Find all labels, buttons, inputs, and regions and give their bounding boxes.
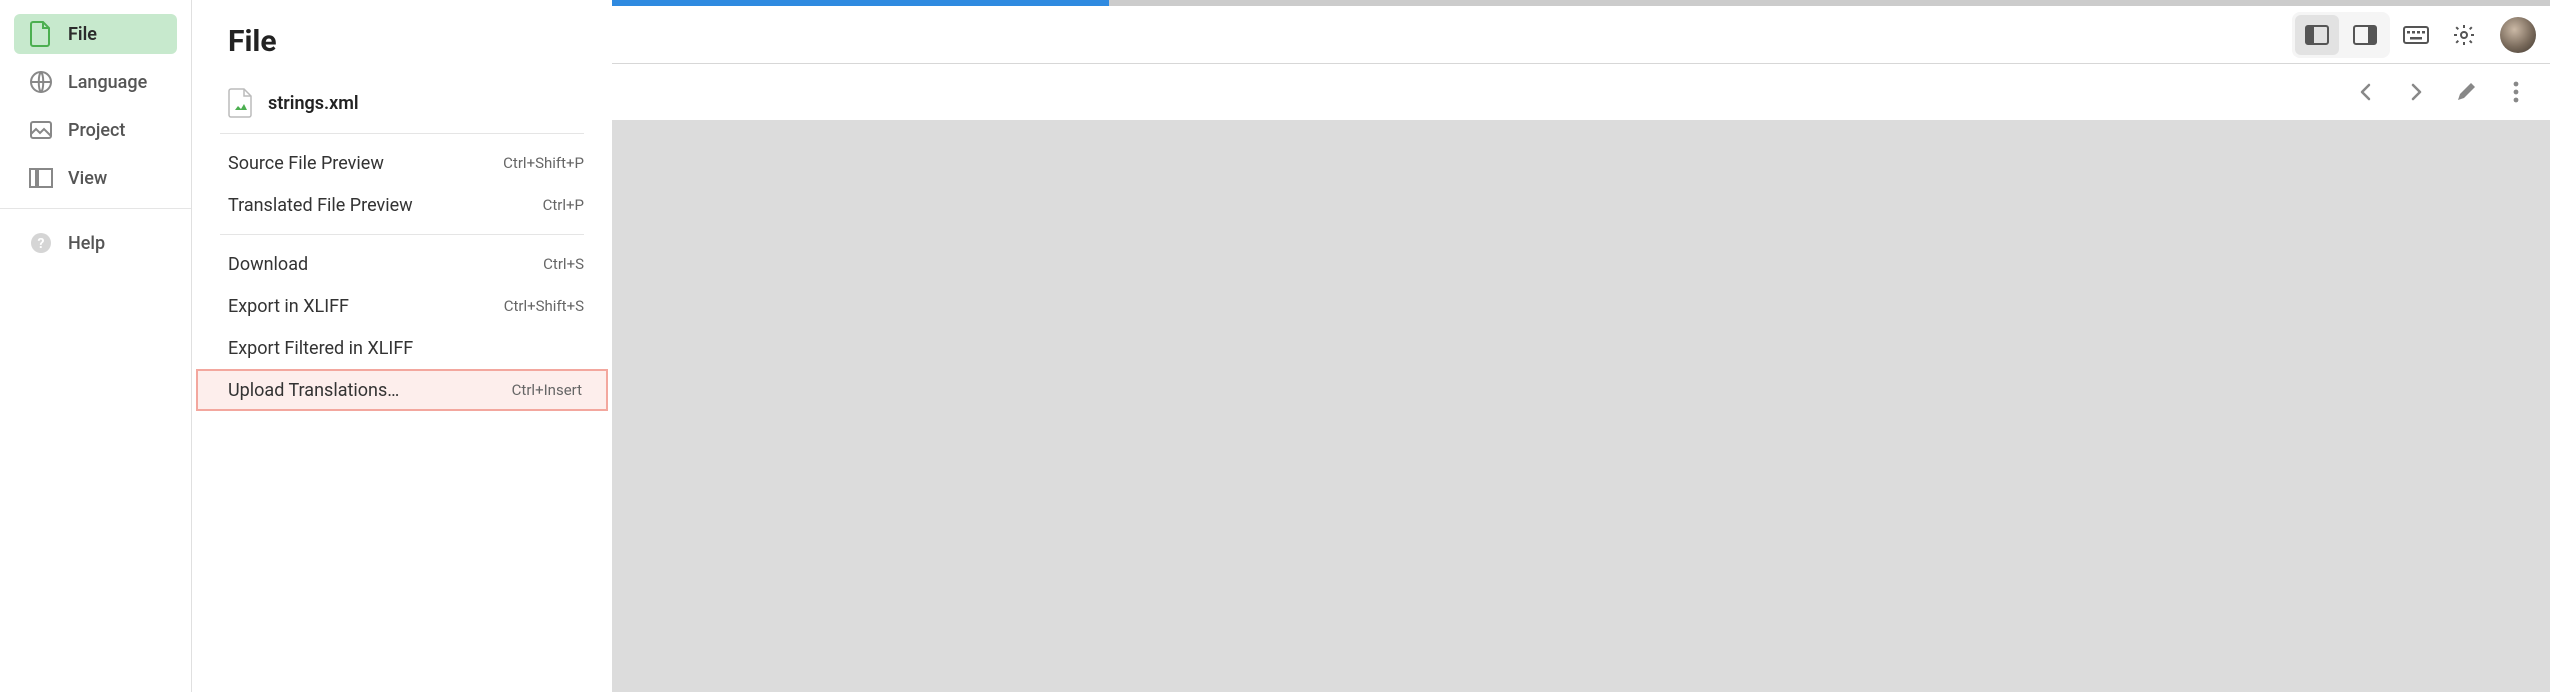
- current-file-row[interactable]: strings.xml: [192, 81, 612, 125]
- xml-file-icon: [228, 88, 254, 118]
- current-file-name: strings.xml: [268, 93, 359, 114]
- sidebar-item-file[interactable]: File: [14, 14, 177, 54]
- top-toolbar: [612, 6, 2550, 64]
- menu-item-shortcut: Ctrl+S: [543, 255, 584, 273]
- help-icon: ?: [28, 230, 54, 256]
- avatar[interactable]: [2500, 17, 2536, 53]
- more-button[interactable]: [2500, 76, 2532, 108]
- menu-item-label: Upload Translations…: [228, 380, 399, 401]
- menu-export-xliff[interactable]: Export in XLIFF Ctrl+Shift+S: [192, 285, 612, 327]
- menu-item-label: Source File Preview: [228, 153, 384, 174]
- svg-text:?: ?: [38, 236, 45, 252]
- forward-button[interactable]: [2400, 76, 2432, 108]
- menu-item-label: Translated File Preview: [228, 195, 413, 216]
- menu-source-file-preview[interactable]: Source File Preview Ctrl+Shift+P: [192, 142, 612, 184]
- sidebar-item-language[interactable]: Language: [14, 62, 177, 102]
- back-button[interactable]: [2350, 76, 2382, 108]
- panel-title: File: [192, 24, 612, 81]
- layout-right-panel-button[interactable]: [2343, 15, 2387, 55]
- menu-download[interactable]: Download Ctrl+S: [192, 243, 612, 285]
- menu-item-shortcut: Ctrl+Shift+S: [504, 297, 584, 315]
- menu-item-label: Export in XLIFF: [228, 296, 349, 317]
- layout-toggle-group: [2292, 12, 2390, 58]
- edit-button[interactable]: [2450, 76, 2482, 108]
- main-area: [612, 0, 2550, 692]
- divider: [220, 234, 584, 235]
- divider: [220, 133, 584, 134]
- sidebar-item-help[interactable]: ? Help: [14, 223, 177, 263]
- sidebar-item-label: Help: [68, 233, 105, 254]
- sub-toolbar: [612, 64, 2550, 120]
- sidebar-item-view[interactable]: View: [14, 158, 177, 198]
- keyboard-button[interactable]: [2394, 15, 2438, 55]
- sidebar-item-label: File: [68, 24, 97, 45]
- globe-icon: [28, 69, 54, 95]
- file-panel: File strings.xml Source File Preview Ctr…: [192, 0, 612, 692]
- sidebar-item-label: Project: [68, 120, 125, 141]
- sidebar-item-project[interactable]: Project: [14, 110, 177, 150]
- menu-translated-file-preview[interactable]: Translated File Preview Ctrl+P: [192, 184, 612, 226]
- menu-item-label: Download: [228, 254, 308, 275]
- menu-upload-translations[interactable]: Upload Translations… Ctrl+Insert: [196, 369, 608, 411]
- menu-item-shortcut: Ctrl+Insert: [512, 381, 582, 399]
- menu-export-filtered-xliff[interactable]: Export Filtered in XLIFF: [192, 327, 612, 369]
- menu-item-shortcut: Ctrl+Shift+P: [503, 154, 584, 172]
- layout-left-panel-button[interactable]: [2295, 15, 2339, 55]
- image-icon: [28, 117, 54, 143]
- settings-button[interactable]: [2442, 15, 2486, 55]
- divider: [0, 208, 191, 209]
- menu-item-shortcut: Ctrl+P: [543, 196, 584, 214]
- sidebar-item-label: Language: [68, 72, 147, 93]
- menu-item-label: Export Filtered in XLIFF: [228, 338, 413, 359]
- sidebar: File Language Project View ? Help: [0, 0, 192, 692]
- file-icon: [28, 21, 54, 47]
- sidebar-item-label: View: [68, 168, 107, 189]
- columns-icon: [28, 165, 54, 191]
